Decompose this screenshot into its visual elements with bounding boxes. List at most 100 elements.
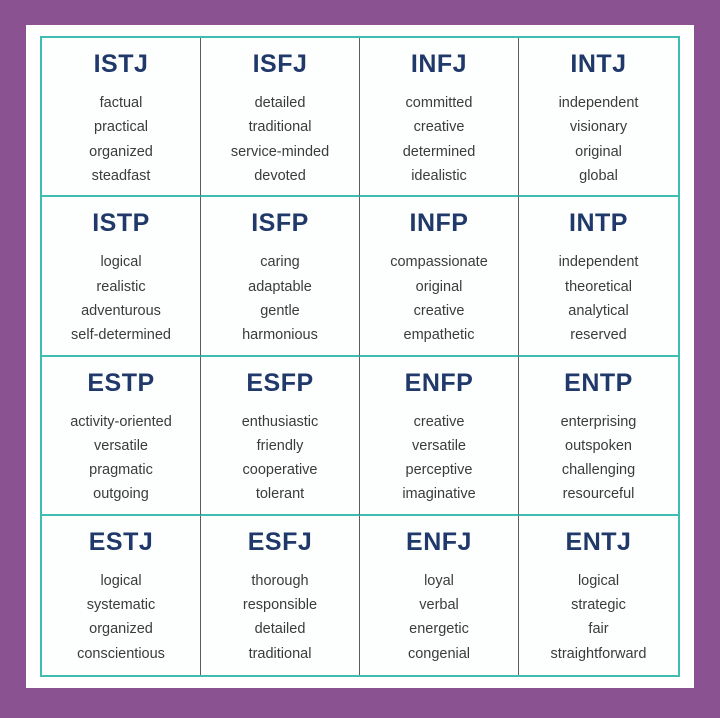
trait-item: idealistic	[411, 167, 467, 184]
type-code-label: ISFJ	[252, 50, 308, 78]
trait-item: steadfast	[91, 167, 151, 184]
trait-item: thorough	[251, 572, 309, 589]
trait-item: versatile	[94, 437, 148, 454]
trait-item: logical	[577, 572, 620, 589]
type-cell-infj[interactable]: INFJ committed creative determined ideal…	[360, 38, 519, 198]
trait-item: determined	[402, 143, 476, 160]
type-cell-enfj[interactable]: ENFJ loyal verbal energetic congenial	[360, 515, 519, 675]
trait-item: fair	[588, 621, 609, 638]
trait-item: creative	[413, 413, 465, 430]
trait-item: loyal	[424, 572, 454, 589]
trait-item: global	[579, 167, 618, 184]
type-code-label: ISTP	[92, 209, 150, 238]
trait-item: realistic	[96, 278, 146, 295]
trait-item: committed	[405, 95, 473, 111]
trait-item: traditional	[248, 645, 312, 662]
trait-item: conscientious	[77, 645, 165, 662]
type-code-label: INFP	[409, 209, 469, 238]
type-cell-entp[interactable]: ENTP enterprising outspoken challenging …	[519, 356, 678, 516]
trait-item: enterprising	[560, 413, 637, 430]
trait-item: self-determined	[71, 327, 171, 344]
trait-item: visionary	[569, 119, 628, 136]
type-code-label: ENFP	[404, 368, 474, 397]
trait-item: challenging	[561, 462, 636, 479]
type-cell-entj[interactable]: ENTJ logical strategic fair straightforw…	[519, 515, 678, 675]
trait-item: congenial	[407, 645, 471, 662]
type-cell-esfp[interactable]: ESFP enthusiastic friendly cooperative t…	[201, 356, 360, 516]
type-cell-intj[interactable]: INTJ independent visionary original glob…	[519, 38, 678, 198]
trait-list: enterprising outspoken challenging resou…	[519, 410, 678, 507]
trait-item: original	[575, 143, 622, 160]
trait-item: caring	[260, 254, 300, 271]
trait-item: outgoing	[93, 486, 149, 503]
type-code-label: INTP	[569, 209, 628, 238]
trait-list: logical systematic organized conscientio…	[42, 569, 200, 666]
type-code-label: ISTJ	[93, 50, 149, 78]
trait-item: versatile	[412, 437, 466, 454]
trait-list: logical realistic adventurous self-deter…	[42, 250, 200, 347]
trait-list: compassionate original creative empathet…	[360, 250, 518, 347]
trait-item: creative	[413, 119, 465, 136]
trait-list: detailed traditional service-minded devo…	[201, 91, 359, 188]
trait-item: systematic	[86, 597, 156, 614]
trait-item: verbal	[419, 597, 459, 614]
type-cell-esfj[interactable]: ESFJ thorough responsible detailed tradi…	[201, 515, 360, 675]
trait-list: independent visionary original global	[519, 91, 678, 188]
trait-item: analytical	[568, 302, 629, 319]
type-code-label: INTJ	[570, 50, 627, 78]
trait-item: organized	[89, 143, 153, 160]
type-cell-infp[interactable]: INFP compassionate original creative emp…	[360, 197, 519, 357]
trait-item: original	[415, 278, 463, 295]
trait-item: compassionate	[390, 254, 488, 271]
trait-list: loyal verbal energetic congenial	[360, 569, 518, 666]
trait-list: factual practical organized steadfast	[42, 91, 200, 188]
type-cell-isfj[interactable]: ISFJ detailed traditional service-minded…	[201, 38, 360, 198]
type-code-label: ESFJ	[247, 527, 313, 556]
type-code-label: ESTJ	[88, 527, 154, 556]
type-cell-isfp[interactable]: ISFP caring adaptable gentle harmonious	[201, 197, 360, 357]
trait-item: imaginative	[402, 486, 476, 503]
type-code-label: INFJ	[410, 50, 468, 78]
trait-item: enthusiastic	[241, 413, 319, 430]
trait-item: independent	[558, 254, 639, 271]
trait-item: responsible	[242, 597, 318, 614]
white-card: ISTJ factual practical organized steadfa…	[26, 25, 694, 688]
trait-item: logical	[100, 254, 142, 271]
type-cell-istj[interactable]: ISTJ factual practical organized steadfa…	[42, 38, 201, 198]
trait-item: strategic	[571, 597, 626, 614]
personality-type-grid: ISTJ factual practical organized steadfa…	[40, 36, 680, 677]
trait-item: service-minded	[230, 143, 330, 160]
trait-item: pragmatic	[89, 462, 153, 479]
trait-item: cooperative	[242, 462, 318, 479]
trait-list: logical strategic fair straightforward	[519, 569, 678, 666]
trait-list: thorough responsible detailed traditiona…	[201, 569, 359, 666]
trait-item: devoted	[254, 167, 306, 184]
purple-backdrop: ISTJ factual practical organized steadfa…	[0, 0, 720, 718]
trait-item: theoretical	[565, 278, 632, 295]
trait-list: activity-oriented versatile pragmatic ou…	[42, 410, 200, 507]
trait-item: creative	[413, 302, 465, 319]
type-cell-enfp[interactable]: ENFP creative versatile perceptive imagi…	[360, 356, 519, 516]
trait-list: committed creative determined idealistic	[360, 91, 518, 188]
trait-list: independent theoretical analytical reser…	[519, 250, 678, 347]
type-code-label: ENTJ	[565, 527, 632, 556]
trait-item: tolerant	[255, 486, 305, 503]
type-cell-estj[interactable]: ESTJ logical systematic organized consci…	[42, 515, 201, 675]
trait-item: perceptive	[405, 462, 473, 479]
trait-list: caring adaptable gentle harmonious	[201, 250, 359, 347]
trait-item: logical	[100, 572, 142, 589]
trait-item: adaptable	[248, 278, 312, 295]
type-code-label: ENTP	[564, 368, 633, 397]
trait-item: detailed	[254, 95, 306, 111]
type-code-label: ESFP	[246, 368, 314, 397]
type-cell-intp[interactable]: INTP independent theoretical analytical …	[519, 197, 678, 357]
trait-item: traditional	[248, 119, 312, 136]
type-cell-istp[interactable]: ISTP logical realistic adventurous self-…	[42, 197, 201, 357]
trait-item: organized	[89, 621, 153, 638]
trait-item: activity-oriented	[70, 413, 172, 430]
trait-item: adventurous	[81, 302, 161, 319]
trait-item: factual	[99, 95, 143, 111]
type-cell-estp[interactable]: ESTP activity-oriented versatile pragmat…	[42, 356, 201, 516]
trait-item: detailed	[254, 621, 306, 638]
trait-item: straightforward	[550, 645, 647, 662]
